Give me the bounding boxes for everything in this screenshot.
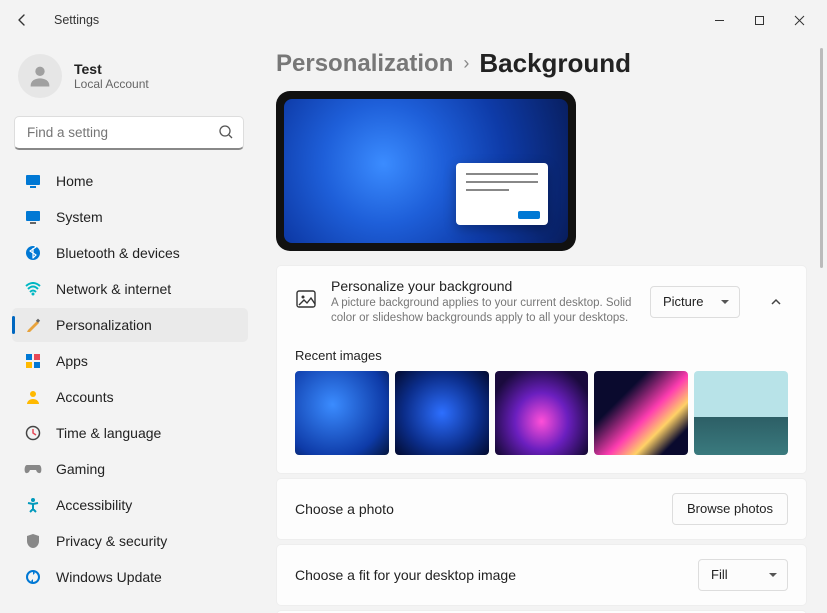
bluetooth-icon — [24, 244, 42, 262]
scrollbar[interactable] — [820, 48, 823, 268]
recent-image-thumb[interactable] — [495, 371, 589, 455]
recent-images-section: Recent images — [277, 338, 806, 473]
recent-image-thumb[interactable] — [694, 371, 788, 455]
nav-gaming[interactable]: Gaming — [12, 452, 248, 486]
window-title: Settings — [54, 13, 99, 27]
recent-image-thumb[interactable] — [295, 371, 389, 455]
apps-icon — [24, 352, 42, 370]
choose-fit-row: Choose a fit for your desktop image Fill — [276, 544, 807, 606]
paint-icon — [24, 316, 42, 334]
back-button[interactable] — [8, 6, 36, 34]
nav-label: Gaming — [56, 461, 105, 477]
collapse-button[interactable] — [764, 290, 788, 314]
close-button[interactable] — [779, 6, 819, 34]
nav-label: Home — [56, 173, 93, 189]
nav-label: Windows Update — [56, 569, 162, 585]
nav-label: Accessibility — [56, 497, 132, 513]
breadcrumb-current: Background — [479, 48, 631, 79]
shield-icon — [24, 532, 42, 550]
accessibility-icon — [24, 496, 42, 514]
desktop-preview — [276, 91, 576, 251]
content-area: Personalization › Background Personalize… — [260, 40, 827, 613]
profile-block[interactable]: Test Local Account — [18, 54, 248, 98]
nav-home[interactable]: Home — [12, 164, 248, 198]
search-box — [14, 116, 244, 150]
browse-photos-button[interactable]: Browse photos — [672, 493, 788, 525]
nav-accounts[interactable]: Accounts — [12, 380, 248, 414]
nav-network[interactable]: Network & internet — [12, 272, 248, 306]
nav-label: Accounts — [56, 389, 114, 405]
nav-label: Personalization — [56, 317, 152, 333]
nav-personalization[interactable]: Personalization — [12, 308, 248, 342]
recent-image-thumb[interactable] — [395, 371, 489, 455]
picture-icon — [295, 288, 317, 315]
nav-privacy[interactable]: Privacy & security — [12, 524, 248, 558]
personalize-background-card: Personalize your background A picture ba… — [276, 265, 807, 474]
titlebar: Settings — [0, 0, 827, 40]
card-title: Personalize your background — [331, 278, 636, 294]
background-type-dropdown[interactable]: Picture — [650, 286, 740, 318]
chevron-right-icon: › — [463, 53, 469, 74]
choose-photo-row: Choose a photo Browse photos — [276, 478, 807, 540]
nav-apps[interactable]: Apps — [12, 344, 248, 378]
gamepad-icon — [24, 460, 42, 478]
sidebar: Test Local Account Home System Bluetooth… — [0, 40, 260, 613]
nav-label: Bluetooth & devices — [56, 245, 180, 261]
nav-label: Privacy & security — [56, 533, 167, 549]
maximize-button[interactable] — [739, 6, 779, 34]
nav-bluetooth[interactable]: Bluetooth & devices — [12, 236, 248, 270]
nav-system[interactable]: System — [12, 200, 248, 234]
person-icon — [24, 388, 42, 406]
nav-label: Time & language — [56, 425, 161, 441]
nav-label: System — [56, 209, 103, 225]
minimize-button[interactable] — [699, 6, 739, 34]
recent-images-title: Recent images — [295, 348, 788, 363]
row-title: Choose a fit for your desktop image — [295, 567, 698, 583]
clock-icon — [24, 424, 42, 442]
fit-dropdown[interactable]: Fill — [698, 559, 788, 591]
nav-accessibility[interactable]: Accessibility — [12, 488, 248, 522]
row-title: Choose a photo — [295, 501, 672, 517]
search-input[interactable] — [14, 116, 244, 150]
nav-list: Home System Bluetooth & devices Network … — [12, 164, 248, 594]
nav-label: Apps — [56, 353, 88, 369]
card-desc: A picture background applies to your cur… — [331, 296, 636, 326]
nav-time[interactable]: Time & language — [12, 416, 248, 450]
recent-image-thumb[interactable] — [594, 371, 688, 455]
profile-sub: Local Account — [74, 77, 149, 91]
nav-label: Network & internet — [56, 281, 171, 297]
breadcrumb: Personalization › Background — [276, 48, 807, 79]
system-icon — [24, 208, 42, 226]
breadcrumb-parent[interactable]: Personalization — [276, 50, 453, 78]
wifi-icon — [24, 280, 42, 298]
profile-name: Test — [74, 61, 149, 77]
home-icon — [24, 172, 42, 190]
update-icon — [24, 568, 42, 586]
search-icon — [218, 124, 234, 145]
nav-update[interactable]: Windows Update — [12, 560, 248, 594]
avatar — [18, 54, 62, 98]
